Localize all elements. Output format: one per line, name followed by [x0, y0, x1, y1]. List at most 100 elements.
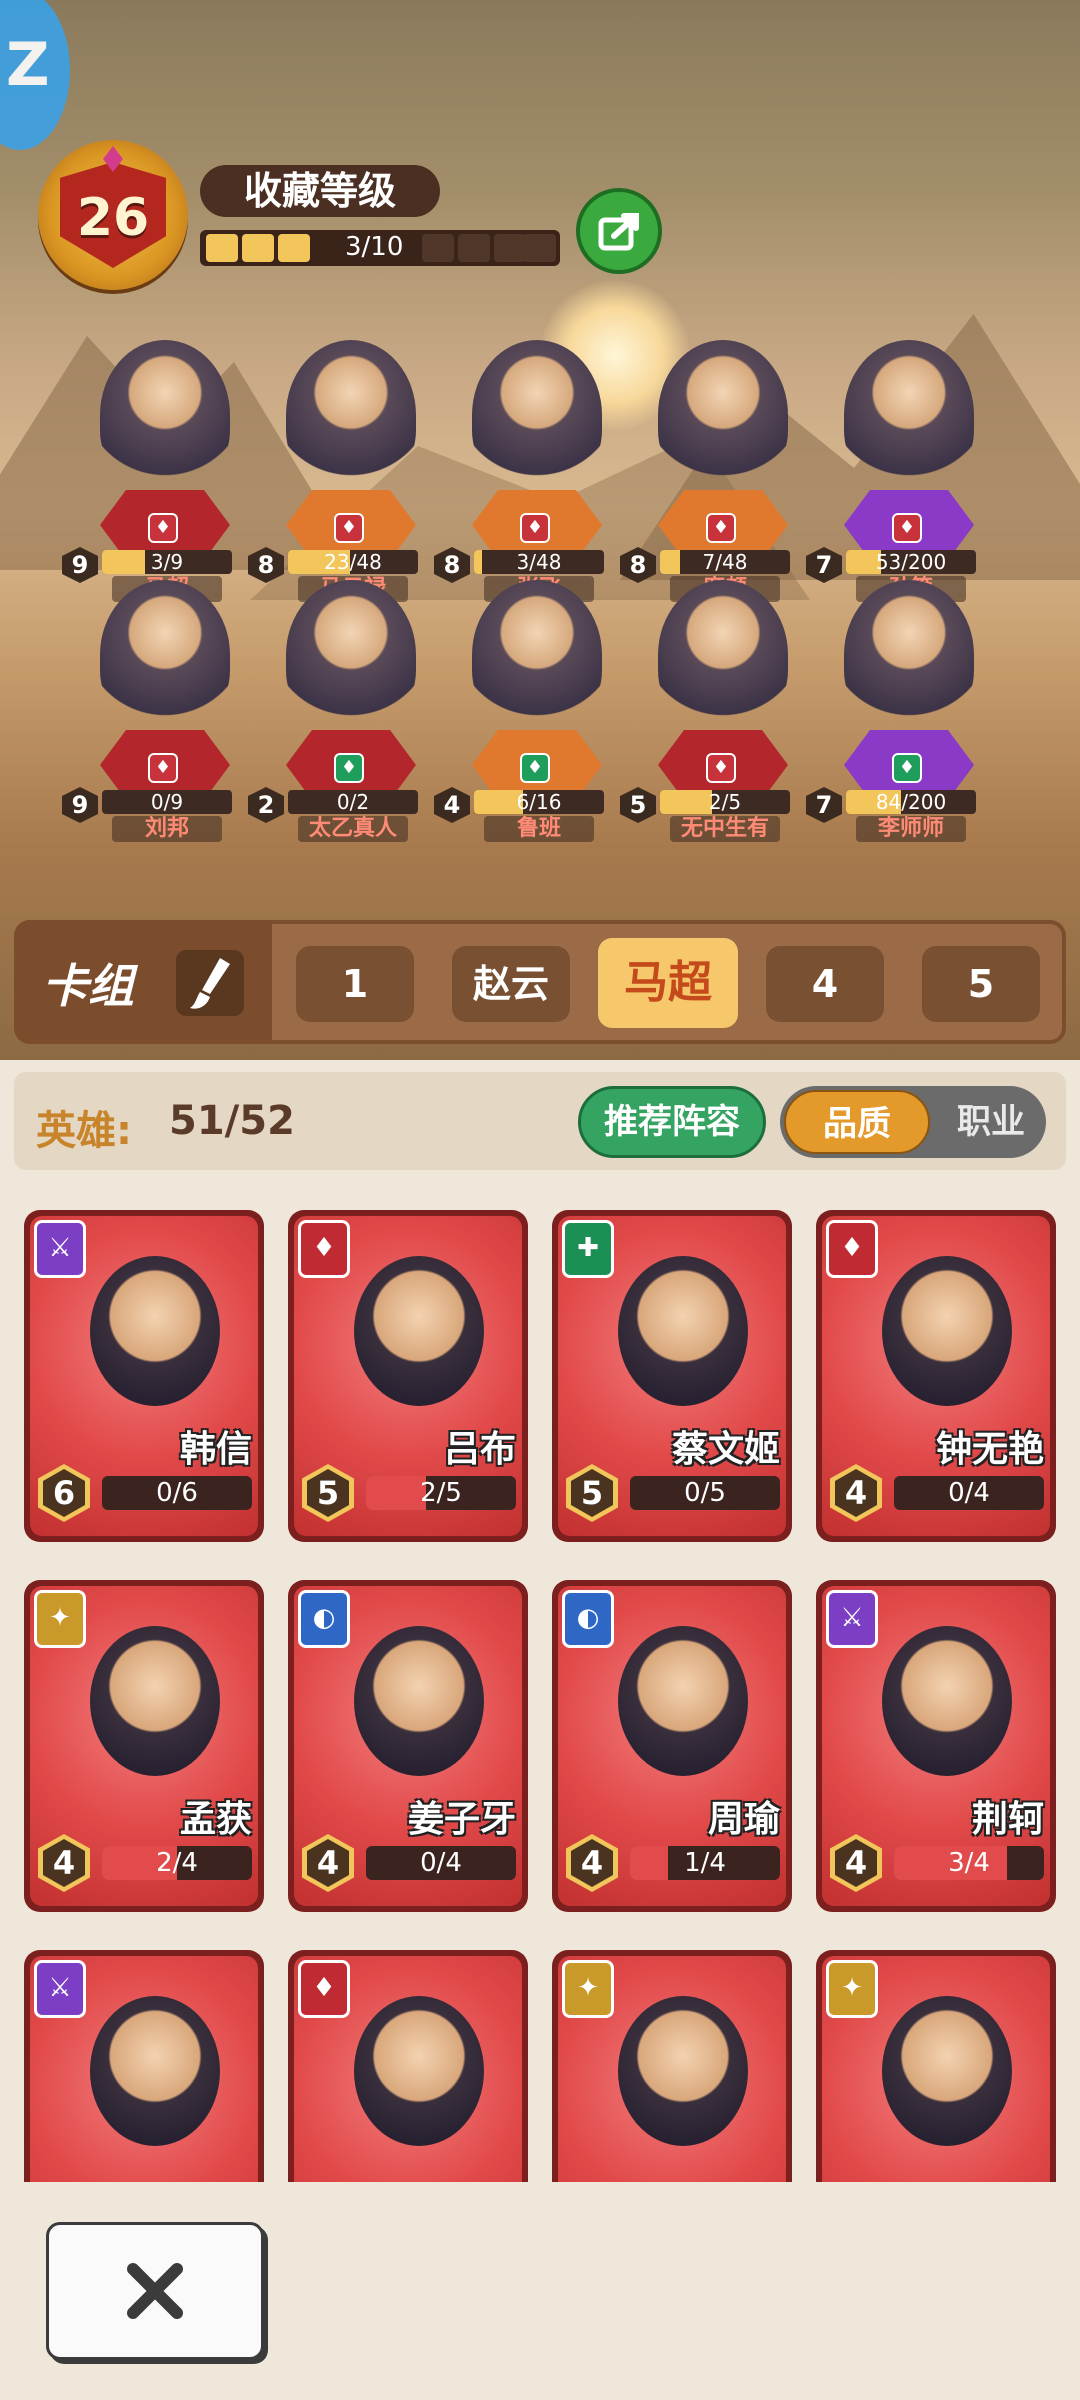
hero-card-progress-text: 0/6: [156, 1478, 198, 1508]
class-icon: ♦: [334, 753, 364, 783]
heroes-header: 英雄: 51/52 推荐阵容 品质 职业: [14, 1072, 1066, 1170]
sort-toggle[interactable]: 品质 职业: [780, 1086, 1046, 1158]
hero-card-level-text: 4: [43, 1839, 85, 1887]
class-icon: ♦: [520, 513, 550, 543]
hero-progress-text: 6/16: [516, 790, 562, 814]
hero-card[interactable]: ✦: [552, 1950, 792, 2182]
hero-level: 5: [620, 787, 656, 823]
hero-card-name: 蔡文姬: [671, 1429, 780, 1470]
class-icon: ♦: [520, 753, 550, 783]
deck-tab-5[interactable]: 5: [922, 946, 1040, 1022]
collection-level-number: 26: [76, 188, 150, 248]
progress-segment: [242, 234, 274, 262]
hero-card[interactable]: ♦ 吕布 5 2/5: [288, 1210, 528, 1542]
close-button[interactable]: [46, 2222, 264, 2360]
hero-portrait: [354, 1996, 484, 2146]
share-button[interactable]: [576, 188, 662, 274]
progress-segment: [458, 234, 490, 262]
featured-hero[interactable]: ♦93/9马超: [60, 340, 250, 602]
hero-card-progress-text: 0/4: [420, 1848, 462, 1878]
featured-hero[interactable]: ♦ 7 84/200 李师师: [804, 580, 994, 842]
featured-hero[interactable]: ♦83/48张飞: [432, 340, 622, 602]
progress-segment: [278, 234, 310, 262]
hero-card-level-text: 4: [835, 1469, 877, 1517]
class-icon: ♦: [706, 513, 736, 543]
hero-card[interactable]: ✚ 蔡文姬 5 0/5: [552, 1210, 792, 1542]
hero-name: 鲁班: [484, 816, 594, 842]
featured-hero[interactable]: ♦ 2 0/2 太乙真人: [246, 580, 436, 842]
collection-title: 收藏等级: [200, 165, 440, 217]
bottom-bar: [0, 2182, 1080, 2400]
featured-hero[interactable]: ♦823/48马云禄: [246, 340, 436, 602]
hero-portrait: [90, 1626, 220, 1776]
featured-hero[interactable]: ♦ 9 0/9 刘邦: [60, 580, 250, 842]
class-icon: ✚: [562, 1220, 614, 1278]
hero-progress-text: 23/48: [324, 550, 382, 574]
hero-card[interactable]: ⚔ 荆轲 4 3/4: [816, 1580, 1056, 1912]
sort-class-option[interactable]: 职业: [936, 1086, 1046, 1158]
hero-card-progress-bar: 0/4: [894, 1476, 1044, 1510]
brush-icon: [190, 958, 230, 1009]
class-icon: ✦: [826, 1960, 878, 2018]
hero-card-progress-text: 1/4: [684, 1848, 726, 1878]
hero-card-level-text: 4: [307, 1839, 349, 1887]
hero-progress-text: 3/48: [516, 550, 562, 574]
hero-card[interactable]: ⚔: [24, 1950, 264, 2182]
hero-portrait: [882, 1256, 1012, 1406]
hero-card[interactable]: ✦: [816, 1950, 1056, 2182]
hero-progress-text: 2/5: [708, 790, 742, 814]
deck-tab-3[interactable]: 马超: [598, 938, 738, 1028]
hero-progress-bar: 0/9: [102, 790, 232, 814]
hero-portrait: [882, 1626, 1012, 1776]
hero-card-level-text: 4: [835, 1839, 877, 1887]
progress-segment: [422, 234, 454, 262]
hero-card[interactable]: ♦: [288, 1950, 528, 2182]
recommend-lineup-button[interactable]: 推荐阵容: [578, 1086, 766, 1158]
hero-card[interactable]: ◐ 姜子牙 4 0/4: [288, 1580, 528, 1912]
hero-progress-bar: 53/200: [846, 550, 976, 574]
hero-card-name: 韩信: [179, 1429, 252, 1470]
deck-tab-4[interactable]: 4: [766, 946, 884, 1022]
hero-card-level-text: 6: [43, 1469, 85, 1517]
deck-edit-button[interactable]: [176, 950, 244, 1016]
corner-badge-glyph: Z: [6, 30, 50, 100]
class-icon: ♦: [334, 513, 364, 543]
hero-card[interactable]: ✦ 孟获 4 2/4: [24, 1580, 264, 1912]
hero-progress-text: 84/200: [875, 790, 947, 814]
sort-quality-option[interactable]: 品质: [784, 1090, 930, 1154]
hero-progress-text: 53/200: [875, 550, 947, 574]
hero-card-name: 钟无艳: [935, 1429, 1044, 1470]
hero-card[interactable]: ♦ 钟无艳 4 0/4: [816, 1210, 1056, 1542]
hero-progress-text: 7/48: [702, 550, 748, 574]
featured-hero[interactable]: ♦ 4 6/16 鲁班: [432, 580, 622, 842]
close-x-icon: [127, 2263, 183, 2319]
class-icon: ✦: [34, 1590, 86, 1648]
hero-card[interactable]: ◐ 周瑜 4 1/4: [552, 1580, 792, 1912]
featured-hero[interactable]: ♦87/48廉颇: [618, 340, 808, 602]
class-icon: ◐: [298, 1590, 350, 1648]
hero-progress-bar: 0/2: [288, 790, 418, 814]
hero-card-progress-bar: 2/5: [366, 1476, 516, 1510]
hero-card-name: 荆轲: [971, 1799, 1044, 1840]
hero-card-progress-bar: 0/6: [102, 1476, 252, 1510]
class-icon: ♦: [148, 753, 178, 783]
featured-hero[interactable]: ♦ 5 2/5 无中生有: [618, 580, 808, 842]
hero-progress-bar: 3/9: [102, 550, 232, 574]
hero-progress-bar: 7/48: [660, 550, 790, 574]
hero-portrait: [618, 1996, 748, 2146]
featured-hero[interactable]: ♦753/200孙策: [804, 340, 994, 602]
hero-card-level-text: 4: [571, 1839, 613, 1887]
hero-card-progress-text: 2/4: [156, 1848, 198, 1878]
corner-app-badge[interactable]: Z: [0, 0, 70, 150]
hero-level: 8: [434, 547, 470, 583]
hero-figure: [472, 580, 602, 730]
hero-progress-text: 0/2: [336, 790, 370, 814]
hero-level: 4: [434, 787, 470, 823]
hero-level: 9: [62, 547, 98, 583]
hero-card-progress-text: 0/5: [684, 1478, 726, 1508]
hero-level: 9: [62, 787, 98, 823]
deck-tab-1[interactable]: 1: [296, 946, 414, 1022]
deck-tab-2[interactable]: 赵云: [452, 946, 570, 1022]
hero-card-name: 吕布: [443, 1429, 516, 1470]
hero-card[interactable]: ⚔ 韩信 6 0/6: [24, 1210, 264, 1542]
